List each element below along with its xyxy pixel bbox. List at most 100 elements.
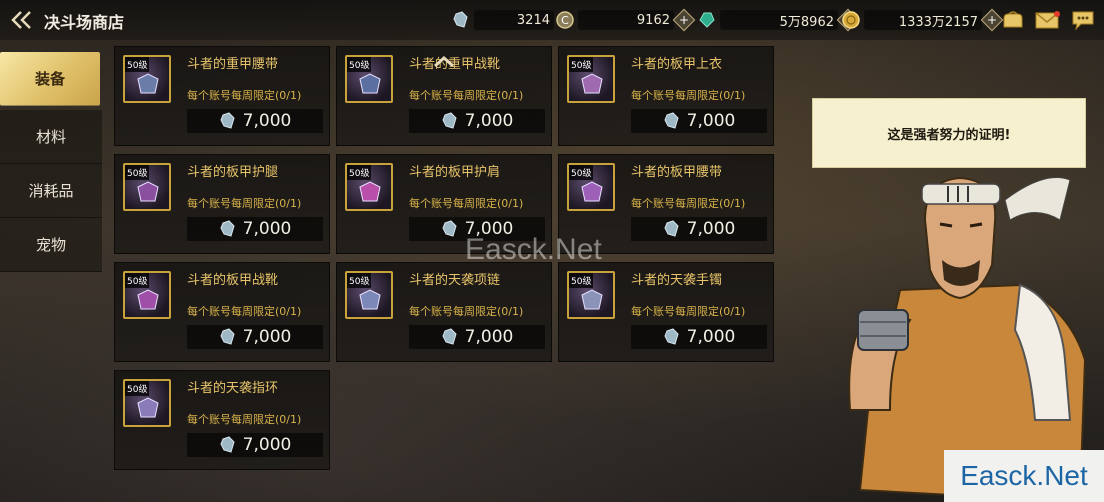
watermark-corner: Easck.Net <box>944 450 1104 502</box>
tab-label: 宠物 <box>35 236 66 254</box>
crystal-icon <box>442 112 457 129</box>
item-purchase-limit: 每个账号每周限定(0/1) <box>187 89 302 102</box>
crystal-icon <box>220 328 235 345</box>
item-price-value: 7,000 <box>242 435 292 455</box>
item-thumbnail: 50级 <box>567 55 615 103</box>
ring-icon <box>137 397 159 418</box>
boots-icon <box>137 289 159 310</box>
item-price-value: 7,000 <box>464 327 514 347</box>
item-level-badge: 50级 <box>125 165 150 180</box>
item-price-value: 7,000 <box>464 111 514 131</box>
item-price-value: 7,000 <box>242 219 292 239</box>
item-thumbnail: 50级 <box>345 271 393 319</box>
item-purchase-limit: 每个账号每周限定(0/1) <box>187 197 302 210</box>
item-price: 7,000 <box>187 433 323 457</box>
item-purchase-limit: 每个账号每周限定(0/1) <box>409 89 524 102</box>
item-thumbnail: 50级 <box>567 163 615 211</box>
item-price: 7,000 <box>409 109 545 133</box>
back-arrow-icon <box>11 11 31 29</box>
tab-label: 消耗品 <box>28 182 74 200</box>
currency-crystal: 3214 <box>452 9 554 31</box>
scroll-up-icon <box>434 56 454 68</box>
bag-button[interactable] <box>1000 8 1026 32</box>
currency-value: 5万8962 <box>779 14 834 30</box>
currency-gold: 1333万2157 + <box>842 8 1004 32</box>
item-price-value: 7,000 <box>686 327 736 347</box>
crystal-icon <box>442 328 457 345</box>
item-level-badge: 50级 <box>347 57 372 72</box>
shop-item-card[interactable]: 50级 斗者的天袭项链 每个账号每周限定(0/1) 7,000 <box>336 262 552 362</box>
item-price-value: 7,000 <box>242 327 292 347</box>
item-level-badge: 50级 <box>569 273 594 288</box>
chat-button[interactable] <box>1070 8 1096 32</box>
item-price: 7,000 <box>187 217 323 241</box>
item-purchase-limit: 每个账号每周限定(0/1) <box>631 197 746 210</box>
green-gem-icon <box>699 12 715 28</box>
item-name: 斗者的天袭指环 <box>187 381 279 396</box>
svg-text:C: C <box>561 14 569 27</box>
item-thumbnail: 50级 <box>345 163 393 211</box>
item-level-badge: 50级 <box>347 273 372 288</box>
item-price: 7,000 <box>631 325 767 349</box>
tab-pets[interactable]: 宠物 <box>0 218 102 272</box>
shop-item-card[interactable]: 50级 斗者的板甲上衣 每个账号每周限定(0/1) 7,000 <box>558 46 774 146</box>
belt-icon <box>581 181 603 202</box>
item-name: 斗者的重甲腰带 <box>187 57 279 72</box>
item-thumbnail: 50级 <box>345 55 393 103</box>
tab-equipment[interactable]: 装备 <box>0 52 100 106</box>
crystal-icon <box>220 112 235 129</box>
item-name: 斗者的板甲战靴 <box>187 273 279 288</box>
tab-materials[interactable]: 材料 <box>0 110 102 164</box>
shop-item-card[interactable]: 50级 斗者的板甲护腿 每个账号每周限定(0/1) 7,000 <box>114 154 330 254</box>
bracelet-icon <box>581 289 603 310</box>
necklace-icon <box>359 289 381 310</box>
item-price: 7,000 <box>631 217 767 241</box>
item-thumbnail: 50级 <box>123 379 171 427</box>
shop-item-card[interactable]: 50级 斗者的天袭手镯每个账号每周限定(0/1) 7,000 <box>558 262 774 362</box>
shop-item-card[interactable]: 50级 斗者的板甲战靴每个账号每周限定(0/1) 7,000 <box>114 262 330 362</box>
chat-bubble-icon <box>1072 11 1094 31</box>
item-price: 7,000 <box>187 109 323 133</box>
item-price: 7,000 <box>187 325 323 349</box>
category-sidebar: 装备 材料 消耗品 宠物 <box>0 52 102 272</box>
crystal-icon <box>664 112 679 129</box>
item-name: 斗者的天袭手镯 <box>631 273 723 288</box>
item-price-value: 7,000 <box>686 219 736 239</box>
watermark-center: Easck.Net <box>465 233 602 266</box>
item-thumbnail: 50级 <box>567 271 615 319</box>
item-level-badge: 50级 <box>125 381 150 396</box>
crystal-icon <box>664 328 679 345</box>
top-bar: 决斗场商店 3214 C 9162 + 5万8962 + <box>0 0 1104 40</box>
belt-icon <box>137 73 159 94</box>
shoulder-icon <box>359 181 381 202</box>
npc-speech-box: 这是强者努力的证明! <box>812 98 1086 168</box>
tab-consumables[interactable]: 消耗品 <box>0 164 102 218</box>
tab-label: 装备 <box>34 70 65 88</box>
currency-coin-c: C 9162 + <box>556 8 696 32</box>
legs-icon <box>137 181 159 202</box>
item-level-badge: 50级 <box>569 57 594 72</box>
item-name: 斗者的板甲护肩 <box>409 165 501 180</box>
tab-label: 材料 <box>35 128 66 146</box>
item-price-value: 7,000 <box>242 111 292 131</box>
crystal-icon <box>220 436 235 453</box>
page-title: 决斗场商店 <box>44 13 125 32</box>
item-purchase-limit: 每个账号每周限定(0/1) <box>631 89 746 102</box>
item-purchase-limit: 每个账号每周限定(0/1) <box>187 413 302 426</box>
armor-icon <box>581 73 603 94</box>
boots-icon <box>359 73 381 94</box>
item-price: 7,000 <box>409 325 545 349</box>
currency-value: 3214 <box>516 12 550 28</box>
add-currency-button[interactable]: + <box>672 8 696 32</box>
crystal-icon <box>220 220 235 237</box>
item-thumbnail: 50级 <box>123 163 171 211</box>
item-level-badge: 50级 <box>347 165 372 180</box>
back-button[interactable] <box>8 6 36 34</box>
currency-value: 1333万2157 <box>898 14 978 30</box>
item-purchase-limit: 每个账号每周限定(0/1) <box>631 305 746 318</box>
shop-item-card[interactable]: 50级 斗者的天袭指环每个账号每周限定(0/1) 7,000 <box>114 370 330 470</box>
item-thumbnail: 50级 <box>123 271 171 319</box>
item-purchase-limit: 每个账号每周限定(0/1) <box>187 305 302 318</box>
shop-item-card[interactable]: 50级 斗者的重甲腰带 每个账号每周限定(0/1) 7,000 <box>114 46 330 146</box>
mail-button[interactable] <box>1034 8 1060 32</box>
